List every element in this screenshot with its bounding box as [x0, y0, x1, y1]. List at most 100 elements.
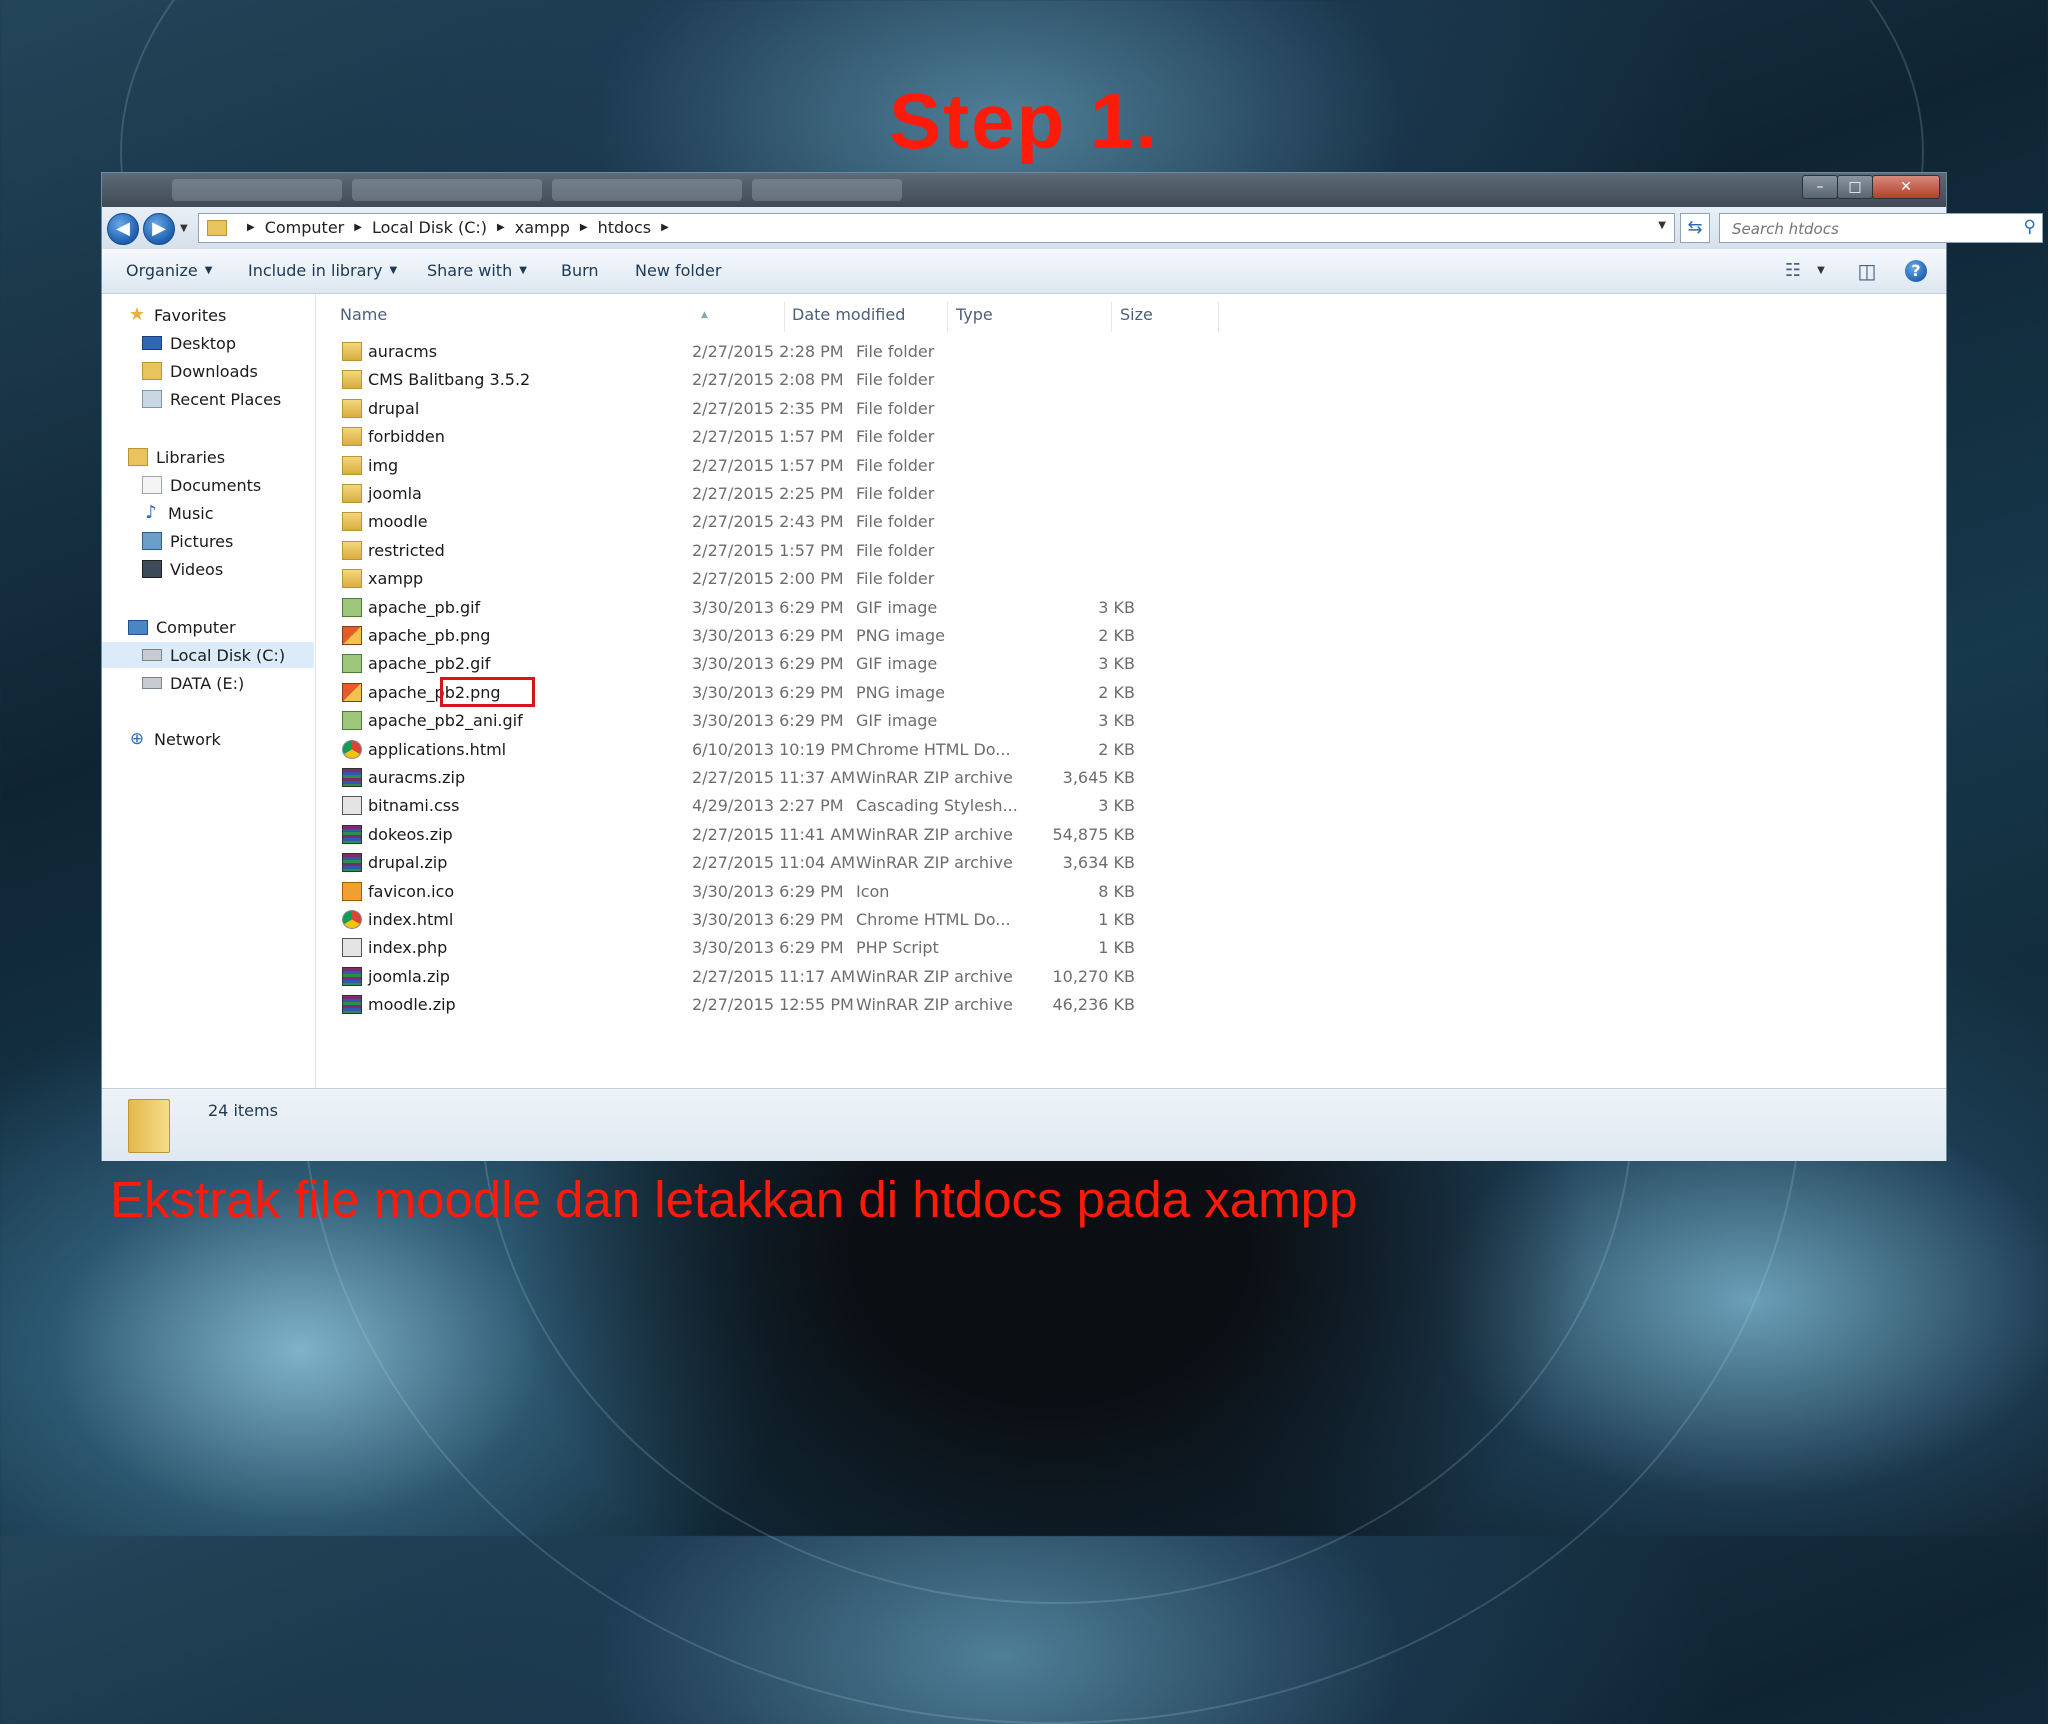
file-row[interactable]: restricted 2/27/2015 1:57 PM File folder — [316, 537, 1146, 563]
file-row[interactable]: bitnami.css 4/29/2013 2:27 PM Cascading St… — [316, 792, 1146, 818]
search-input[interactable] — [1730, 219, 2014, 239]
nav-downloads[interactable]: Downloads — [102, 358, 314, 384]
file-row[interactable]: joomla 2/27/2015 2:25 PM File folder — [316, 480, 1146, 506]
file-row[interactable]: joomla.zip 2/27/2015 11:17 AM WinRAR ZIP a… — [316, 963, 1146, 989]
nav-label: DATA (E:) — [170, 673, 245, 693]
chevron-down-icon[interactable]: ▼ — [1658, 220, 1666, 231]
chevron-right-icon[interactable]: ▶ — [661, 222, 669, 233]
file-row[interactable]: index.php 3/30/2013 6:29 PM PHP Script 1 KB — [316, 934, 1146, 960]
rar-icon — [342, 853, 362, 873]
ico-icon — [342, 881, 362, 901]
forward-button[interactable]: ▶ — [143, 213, 175, 245]
breadcrumb: ▶ Computer ▶ Local Disk (C:) ▶ xampp ▶ h… — [207, 218, 679, 237]
file-date: 2/27/2015 2:43 PM — [692, 512, 844, 532]
recent-pages-dropdown[interactable]: ▼ — [180, 223, 188, 234]
command-bar: Organize ▼ Include in library ▼ Share wi… — [102, 249, 1946, 294]
refresh-button[interactable]: ⇆ — [1680, 213, 1710, 243]
file-date: 2/27/2015 11:37 AM — [692, 768, 856, 787]
nav-pictures[interactable]: Pictures — [102, 528, 314, 554]
search-icon[interactable]: ⚲ — [2024, 217, 2036, 237]
breadcrumb-xampp[interactable]: xampp — [515, 218, 570, 237]
folder-icon — [342, 484, 362, 503]
nav-documents[interactable]: Documents — [102, 472, 314, 498]
chevron-right-icon[interactable]: ▶ — [354, 222, 362, 233]
address-row: ◀ ▶ ▼ ▶ Computer ▶ Local Disk (C:) ▶ xam… — [102, 207, 2043, 249]
nav-libraries[interactable]: Libraries — [102, 444, 314, 470]
nav-data-drive[interactable]: DATA (E:) — [102, 670, 314, 696]
organize-menu[interactable]: Organize ▼ — [126, 261, 212, 280]
file-row[interactable]: drupal.zip 2/27/2015 11:04 AM WinRAR ZIP a… — [316, 849, 1146, 875]
file-row[interactable]: auracms.zip 2/27/2015 11:37 AM WinRAR ZIP … — [316, 764, 1146, 790]
nav-favorites[interactable]: ★ Favorites — [102, 302, 314, 328]
file-row[interactable]: favicon.ico 3/30/2013 6:29 PM Icon 8 KB — [316, 878, 1146, 904]
include-in-library-menu[interactable]: Include in library ▼ — [248, 261, 397, 280]
chevron-down-icon[interactable]: ▼ — [1808, 258, 1834, 284]
chevron-right-icon[interactable]: ▶ — [497, 222, 505, 233]
file-date: 2/27/2015 2:35 PM — [692, 398, 844, 418]
gif-icon — [342, 711, 362, 731]
file-type: File folder — [856, 398, 935, 418]
file-date: 2/27/2015 1:57 PM — [692, 427, 844, 447]
breadcrumb-computer[interactable]: Computer — [265, 218, 345, 237]
search-box[interactable]: ⚲ — [1719, 213, 2043, 243]
nav-music[interactable]: ♪ Music — [102, 500, 314, 526]
nav-local-disk[interactable]: Local Disk (C:) — [102, 642, 314, 668]
network-icon: ⊕ — [129, 729, 145, 749]
file-type: PHP Script — [856, 938, 939, 958]
chevron-down-icon: ▼ — [204, 265, 213, 276]
preview-pane-icon[interactable]: ◫ — [1854, 258, 1880, 284]
breadcrumb-htdocs[interactable]: htdocs — [598, 218, 652, 237]
file-row[interactable]: auracms 2/27/2015 2:28 PM File folder — [316, 338, 1146, 364]
help-icon[interactable]: ? — [1905, 260, 1927, 282]
file-row[interactable]: apache_pb.gif 3/30/2013 6:29 PM GIF image 3… — [316, 594, 1146, 620]
nav-label: Network — [154, 729, 221, 749]
downloads-icon — [142, 362, 162, 380]
nav-recent-places[interactable]: Recent Places — [102, 386, 314, 412]
nav-label: Libraries — [156, 447, 226, 467]
share-with-menu[interactable]: Share with ▼ — [427, 261, 527, 280]
breadcrumb-local-disk[interactable]: Local Disk (C:) — [372, 218, 487, 237]
file-row[interactable]: img 2/27/2015 1:57 PM File folder — [316, 452, 1146, 478]
file-date: 2/27/2015 11:41 AM — [692, 824, 856, 844]
address-bar[interactable]: ▶ Computer ▶ Local Disk (C:) ▶ xampp ▶ h… — [198, 213, 1675, 243]
file-row[interactable]: moodle.zip 2/27/2015 12:55 PM WinRAR ZIP a… — [316, 991, 1146, 1017]
file-size: 3 KB — [1098, 597, 1135, 617]
file-row[interactable]: CMS Balitbang 3.5.2 2/27/2015 2:08 PM File… — [316, 366, 1146, 392]
chevron-right-icon[interactable]: ▶ — [580, 222, 588, 233]
column-header-date[interactable]: Date modified — [785, 302, 948, 332]
file-row[interactable]: applications.html 6/10/2013 10:19 PM Chrom… — [316, 736, 1146, 762]
column-header-name[interactable]: Name ▲ — [316, 302, 785, 332]
maximize-button[interactable]: □ — [1837, 175, 1873, 199]
file-row[interactable]: apache_pb2.gif 3/30/2013 6:29 PM GIF image… — [316, 650, 1146, 676]
nav-label: Recent Places — [170, 389, 282, 409]
file-size: 1 KB — [1098, 938, 1135, 958]
file-row[interactable]: forbidden 2/27/2015 1:57 PM File folder — [316, 423, 1146, 449]
view-options-icon[interactable]: ☷ — [1780, 258, 1806, 284]
minimize-button[interactable]: – — [1802, 175, 1838, 199]
back-button[interactable]: ◀ — [107, 213, 139, 245]
file-row[interactable]: index.html 3/30/2013 6:29 PM Chrome HTML D… — [316, 906, 1146, 932]
file-size: 2 KB — [1098, 739, 1135, 759]
file-row[interactable]: moodle 2/27/2015 2:43 PM File folder — [316, 508, 1146, 534]
column-header-size[interactable]: Size — [1112, 302, 1219, 332]
file-row[interactable]: xampp 2/27/2015 2:00 PM File folder — [316, 565, 1146, 591]
file-row[interactable]: dokeos.zip 2/27/2015 11:41 AM WinRAR ZIP a… — [316, 821, 1146, 847]
file-size: 3 KB — [1098, 654, 1135, 674]
file-row[interactable]: apache_pb.png 3/30/2013 6:29 PM PNG image 2… — [316, 622, 1146, 648]
new-folder-button[interactable]: New folder — [635, 261, 721, 280]
nav-network[interactable]: ⊕ Network — [102, 726, 314, 752]
column-header-type[interactable]: Type — [948, 302, 1112, 332]
file-date: 3/30/2013 6:29 PM — [692, 597, 844, 617]
nav-videos[interactable]: Videos — [102, 556, 314, 582]
file-date: 2/27/2015 2:08 PM — [692, 370, 844, 390]
file-row[interactable]: apache_pb2_ani.gif 3/30/2013 6:29 PM GIF i… — [316, 707, 1146, 733]
file-name: index.html — [368, 910, 454, 929]
chevron-right-icon[interactable]: ▶ — [247, 222, 255, 233]
png-icon — [342, 682, 362, 702]
nav-desktop[interactable]: Desktop — [102, 330, 314, 356]
file-name: moodle.zip — [368, 995, 456, 1015]
close-button[interactable]: ✕ — [1872, 175, 1940, 199]
nav-computer[interactable]: Computer — [102, 614, 314, 640]
burn-button[interactable]: Burn — [561, 261, 599, 280]
file-row[interactable]: drupal 2/27/2015 2:35 PM File folder — [316, 395, 1146, 421]
